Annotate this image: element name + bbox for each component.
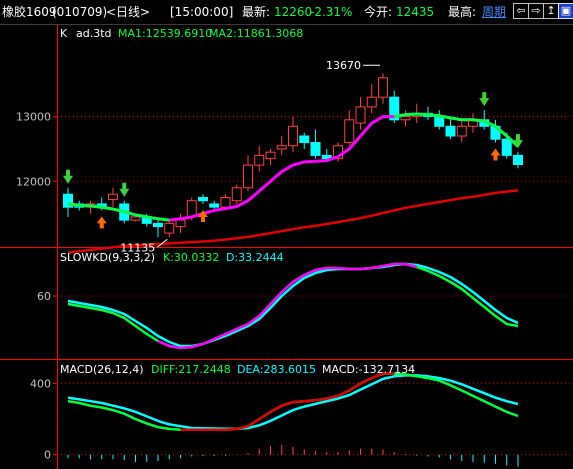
ma1-down-segment — [394, 112, 520, 148]
candle — [108, 193, 118, 200]
period-link[interactable]: 周期 — [482, 5, 506, 19]
symbol-name: 橡胶1609 — [2, 5, 57, 19]
arrow-up-icon[interactable]: ↥ — [543, 3, 559, 19]
arrow-left-icon[interactable]: ⇦ — [513, 3, 529, 19]
sell-signal-arrow — [513, 134, 523, 149]
price-tick-label: 12000 — [16, 175, 51, 188]
kd-tick-label: 60 — [37, 290, 51, 303]
candle — [265, 151, 276, 160]
buy-signal-arrow — [96, 216, 107, 229]
legend-ma2: MA2:11861.3068 — [209, 27, 303, 40]
candle — [209, 203, 220, 208]
macd-tick-label: 400 — [30, 377, 51, 390]
chart-canvas[interactable]: 12000130001367011135K ad.3td MA1:12539.691… — [0, 24, 573, 469]
legend-macd-value: MACD:-132.7134 — [322, 363, 415, 376]
high-price-annotation: 13670 — [326, 59, 361, 72]
candle — [254, 154, 265, 166]
macd-diff-rising-segment — [180, 372, 395, 432]
candle — [501, 138, 512, 156]
candle — [175, 219, 186, 228]
candle — [445, 125, 456, 137]
high-price-label: 最高: — [448, 5, 477, 19]
legend-kd-d: D:33.2444 — [226, 251, 284, 264]
period-label: <日线> — [106, 5, 151, 19]
candle — [276, 145, 287, 150]
symbol-code: (010709) — [52, 5, 108, 19]
legend-adjust: ad.3td — [76, 27, 112, 40]
kd-d-line — [67, 262, 519, 348]
candle — [513, 154, 523, 165]
candle — [243, 164, 253, 189]
candle — [288, 125, 298, 147]
candle — [153, 222, 163, 228]
candle — [164, 222, 175, 234]
candle — [130, 216, 141, 221]
candle — [378, 77, 388, 98]
sell-signal-arrow — [479, 92, 490, 107]
change-percent: -2.31% — [310, 5, 353, 19]
legend-macd-diff: DIFF:217.2448 — [151, 363, 231, 376]
kd-k-rising-segment — [157, 262, 418, 350]
price-tick-label: 13000 — [16, 111, 51, 124]
candle — [344, 119, 355, 143]
candle — [456, 125, 467, 137]
legend-kd-name: SLOWKD(9,3,3,2) — [60, 251, 155, 264]
candle — [400, 116, 411, 121]
open-price-label: 今开: — [364, 5, 393, 19]
buy-signal-arrow — [490, 148, 501, 161]
open-price-value: 12435 — [396, 5, 435, 19]
legend-kd-k: K:30.0332 — [163, 251, 219, 264]
sell-signal-arrow — [63, 169, 73, 184]
arrow-right-icon[interactable]: ⇨ — [528, 3, 544, 19]
candle — [366, 96, 377, 108]
candle — [198, 196, 208, 202]
quote-header: 橡胶1609 (010709) <日线> [15:00:00] 最新: 1226… — [0, 0, 573, 25]
macd-tick-label: 0 — [44, 449, 51, 462]
last-price-value: 12260 — [274, 5, 313, 19]
timestamp: [15:00:00] — [170, 5, 234, 19]
candle — [355, 106, 366, 124]
legend-macd-dea: DEA:283.6015 — [237, 363, 316, 376]
legend-ma1: MA1:12539.6910 — [118, 27, 212, 40]
last-price-label: 最新: — [242, 5, 271, 19]
window-icon[interactable]: ▣ — [558, 3, 573, 19]
ma1-down-segment — [67, 202, 170, 222]
legend-k: K — [60, 27, 68, 40]
legend-macd-name: MACD(26,12,4) — [60, 363, 144, 376]
candle — [310, 141, 321, 156]
candle — [299, 135, 310, 143]
candle — [220, 196, 231, 208]
candle — [434, 116, 445, 127]
candle — [231, 187, 242, 202]
sell-signal-arrow — [119, 182, 130, 197]
